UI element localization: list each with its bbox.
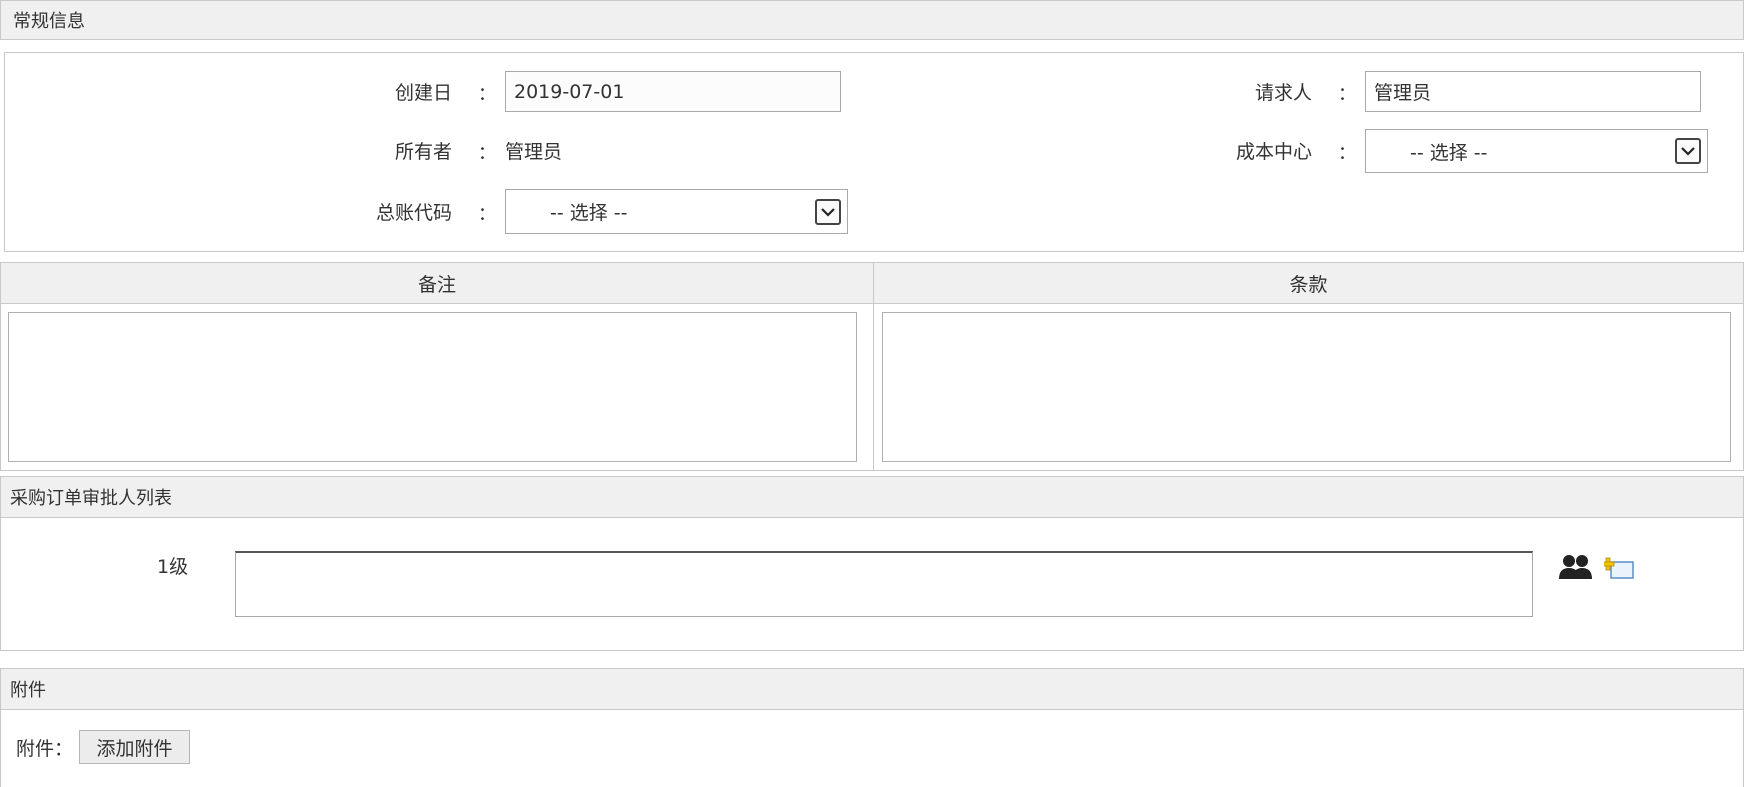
cost-center-label: 成本中心 [1235,141,1312,163]
attachments-panel [0,709,1744,787]
users-icon[interactable] [1559,553,1593,581]
chevron-down-icon[interactable] [1675,138,1701,164]
remarks-header-label: 备注 [417,273,456,296]
owner-colon: ： [478,143,496,164]
created-date-colon: ： [478,84,496,105]
general-section-title: 常规信息 [13,11,85,32]
add-attachment-button[interactable]: 添加附件 [79,730,190,764]
terms-textarea[interactable] [882,312,1731,462]
attachments-label: 附件： [16,738,74,760]
created-date-label: 创建日 [394,82,452,104]
gl-code-label: 总账代码 [375,202,452,224]
cost-center-colon: ： [1338,143,1356,164]
requester-label: 请求人 [1254,82,1312,104]
owner-label: 所有者 [394,141,452,163]
gl-code-colon: ： [478,204,496,225]
created-date-input[interactable]: 2019-07-01 [505,71,841,112]
remarks-header: 备注 [0,262,874,304]
gl-code-select-value: -- 选择 -- [550,202,628,224]
gl-code-select[interactable]: -- 选择 -- [505,189,848,234]
approvers-section-title: 采购订单审批人列表 [10,488,172,509]
attachments-section-title: 附件 [10,680,46,701]
approvers-section-header: 采购订单审批人列表 [0,476,1744,518]
chevron-down-icon[interactable] [815,198,841,225]
approver-level-1-field[interactable] [235,551,1533,617]
terms-header: 条款 [873,262,1744,304]
approver-level-label: 1级 [157,556,189,578]
add-icon[interactable] [1601,555,1634,579]
requester-input[interactable]: 管理员 [1365,71,1701,112]
notes-divider [873,303,874,471]
cost-center-select[interactable]: -- 选择 -- [1365,129,1708,173]
owner-value: 管理员 [505,141,563,163]
requester-colon: ： [1338,84,1356,105]
general-section-header: 常规信息 [0,0,1744,40]
cost-center-select-value: -- 选择 -- [1410,141,1488,164]
attachments-section-header: 附件 [0,668,1744,710]
remarks-textarea[interactable] [8,312,857,462]
terms-header-label: 条款 [1289,273,1328,296]
